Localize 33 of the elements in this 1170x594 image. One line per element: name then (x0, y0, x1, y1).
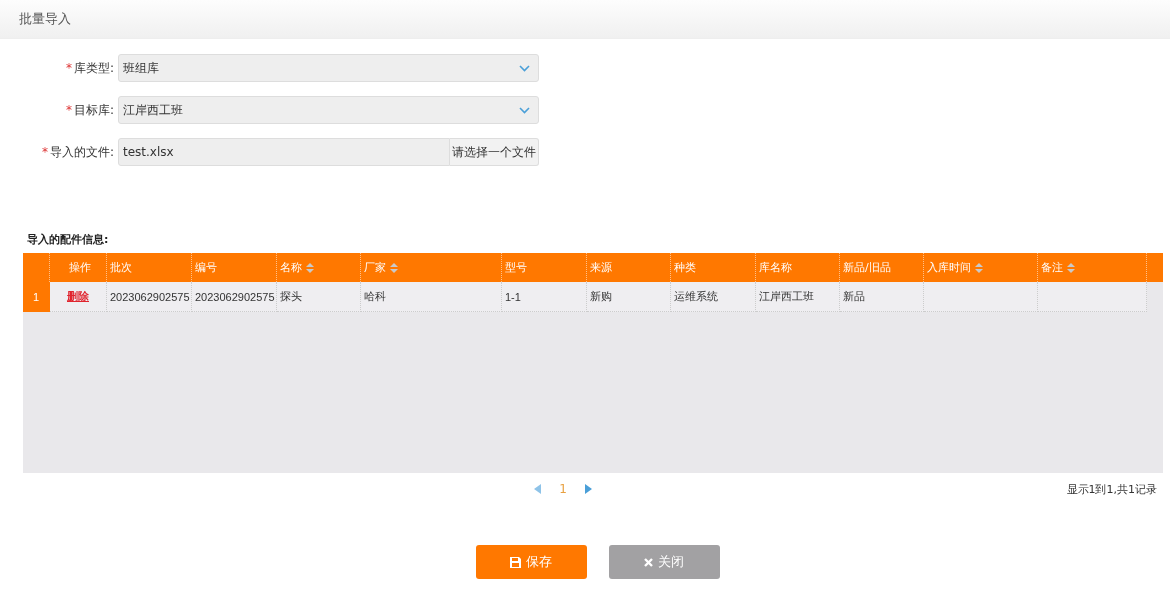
sort-icon (390, 262, 398, 273)
row-number: 1 (23, 282, 50, 312)
field-label: * 目标库: (64, 101, 115, 119)
save-button[interactable]: 保存 (475, 545, 587, 579)
record-summary: 显示1到1,共1记录 (1066, 481, 1157, 497)
sort-icon (306, 262, 314, 273)
close-icon (644, 557, 653, 567)
select-field[interactable]: 班组库 (118, 54, 539, 82)
sort-icon (1067, 262, 1075, 273)
table-cell: 探头 (277, 282, 361, 312)
next-page-icon[interactable] (584, 484, 592, 494)
dialog-title: 批量导入 (19, 10, 71, 28)
previous-page-icon[interactable] (534, 484, 542, 494)
table-cell: 哈科 (361, 282, 502, 312)
delete-link[interactable]: 删除 (67, 289, 89, 304)
sort-icon (975, 262, 983, 273)
field-label: * 库类型: (64, 59, 115, 77)
chevron-down-icon (519, 106, 530, 114)
file-field[interactable]: test.xlsx (118, 138, 450, 166)
table-cell: 2023062902575 (107, 282, 192, 312)
chevron-down-icon (519, 64, 530, 72)
table-cell: 2023062902575 (192, 282, 277, 312)
browse-button[interactable]: 请选择一个文件 (450, 138, 539, 166)
table-cell: 1-1 (502, 282, 587, 312)
select-field[interactable]: 江岸西工班 (118, 96, 539, 124)
table-cell: 运维系统 (671, 282, 756, 312)
table-cell: 新品 (840, 282, 924, 312)
section-title: 导入的配件信息: (27, 232, 110, 247)
close-button[interactable]: 关闭 (608, 545, 720, 579)
field-label: * 导入的文件: (40, 143, 115, 161)
page-link[interactable]: 1 (559, 482, 567, 496)
table-cell: 江岸西工班 (756, 282, 840, 312)
table-cell: 新购 (587, 282, 671, 312)
